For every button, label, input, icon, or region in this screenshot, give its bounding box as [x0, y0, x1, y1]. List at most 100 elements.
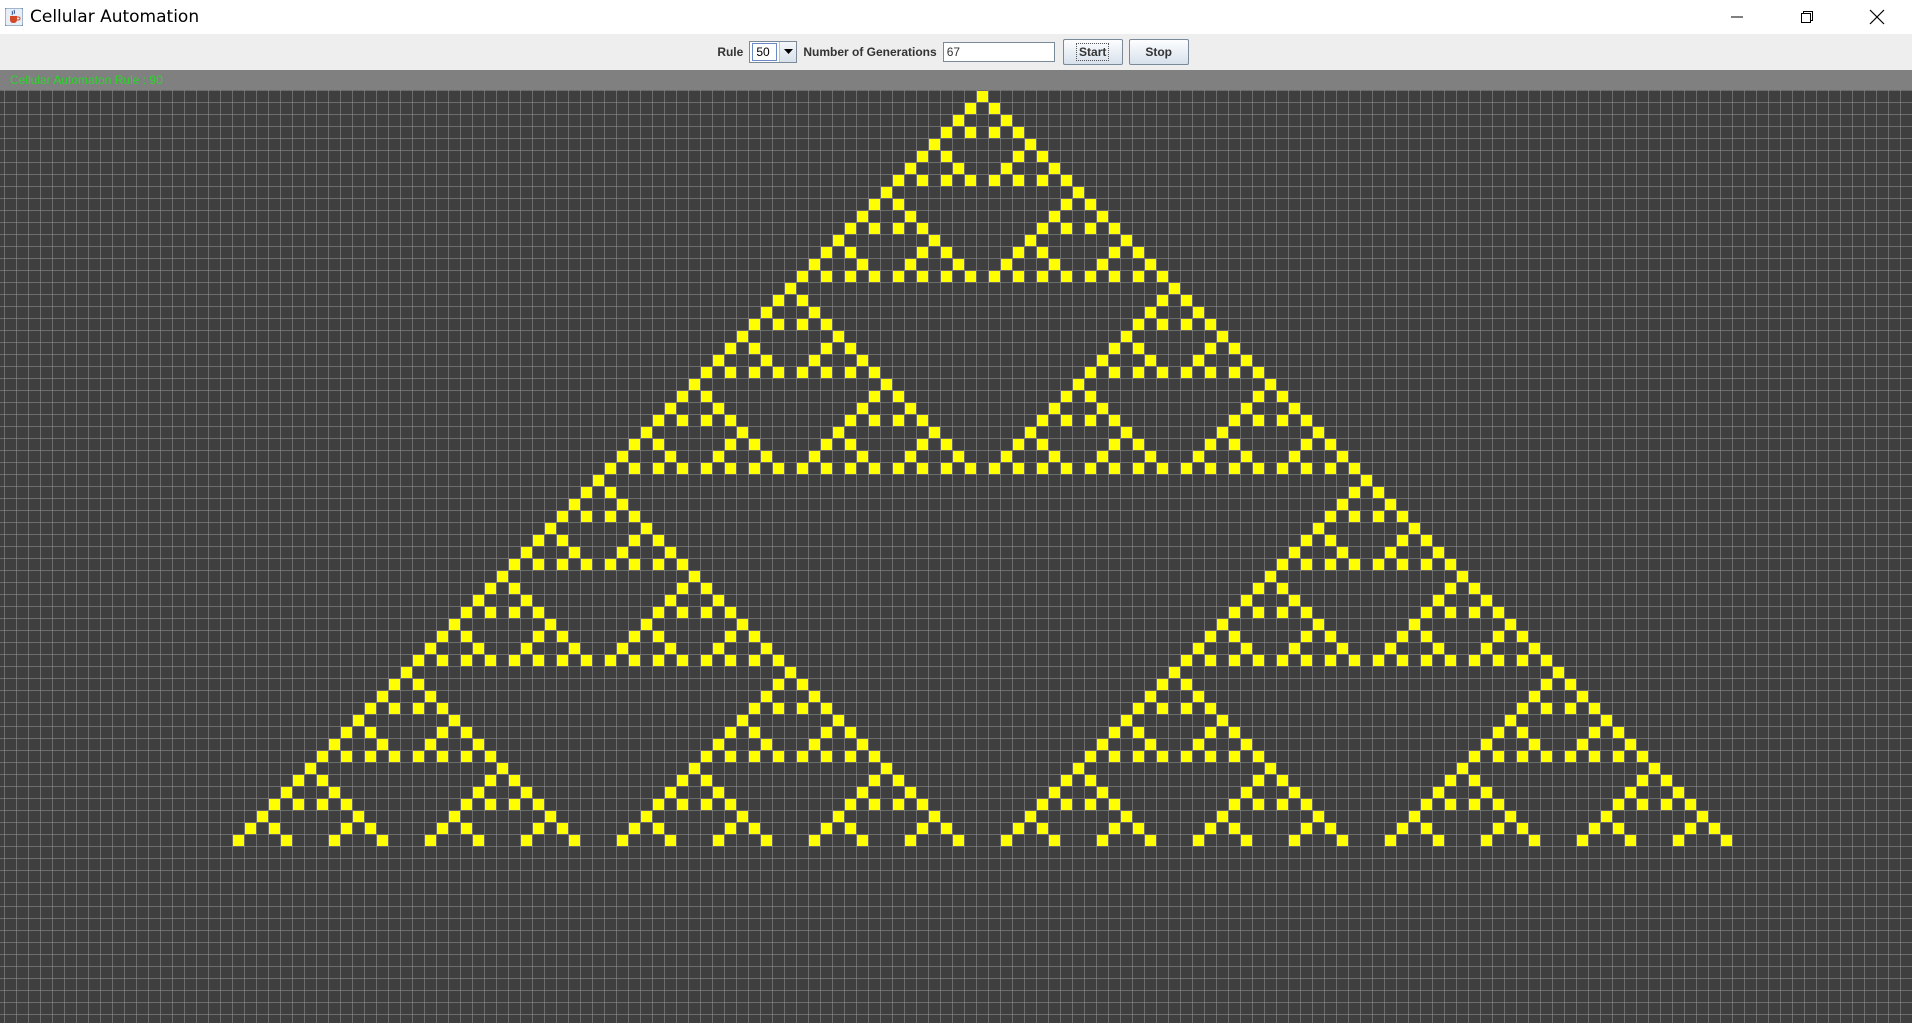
alive-cell — [245, 823, 256, 834]
alive-cell — [461, 607, 472, 618]
alive-cell — [821, 751, 832, 762]
alive-cell — [1301, 799, 1312, 810]
alive-cell — [653, 535, 664, 546]
alive-cell — [485, 655, 496, 666]
alive-cell — [857, 355, 868, 366]
alive-cell — [821, 823, 832, 834]
alive-cell — [509, 799, 520, 810]
alive-cell — [1301, 415, 1312, 426]
alive-cell — [485, 607, 496, 618]
minimize-icon — [1731, 16, 1743, 18]
alive-cell — [941, 151, 952, 162]
alive-cell — [1493, 799, 1504, 810]
alive-cell — [749, 631, 760, 642]
alive-cell — [1313, 619, 1324, 630]
alive-cell — [701, 463, 712, 474]
alive-cell — [1001, 115, 1012, 126]
alive-cell — [857, 451, 868, 462]
java-cup-icon — [4, 7, 24, 27]
alive-cell — [1313, 427, 1324, 438]
alive-cell — [1313, 523, 1324, 534]
alive-cell — [485, 799, 496, 810]
alive-cell — [1241, 643, 1252, 654]
alive-cell — [1397, 511, 1408, 522]
alive-cell — [857, 739, 868, 750]
alive-cell — [965, 175, 976, 186]
alive-cell — [1529, 739, 1540, 750]
alive-cell — [1445, 607, 1456, 618]
alive-cell — [845, 367, 856, 378]
chevron-down-icon[interactable] — [779, 42, 797, 62]
alive-cell — [905, 403, 916, 414]
generations-input[interactable] — [942, 42, 1055, 62]
alive-cell — [1577, 835, 1588, 846]
alive-cell — [1061, 799, 1072, 810]
restore-icon — [1801, 11, 1813, 23]
alive-cell — [725, 439, 736, 450]
alive-cell — [1337, 835, 1348, 846]
alive-cell — [653, 463, 664, 474]
alive-cell — [1133, 367, 1144, 378]
alive-cell — [1301, 559, 1312, 570]
close-button[interactable] — [1842, 0, 1912, 34]
alive-cell — [1229, 631, 1240, 642]
alive-cell — [917, 247, 928, 258]
alive-cell — [677, 391, 688, 402]
alive-cell — [1385, 499, 1396, 510]
alive-cell — [605, 655, 616, 666]
restore-button[interactable] — [1772, 0, 1842, 34]
alive-cell — [1085, 775, 1096, 786]
alive-cell — [1061, 775, 1072, 786]
stop-button[interactable]: Stop — [1128, 39, 1189, 65]
alive-cell — [617, 451, 628, 462]
alive-cell — [1205, 655, 1216, 666]
alive-cell — [677, 463, 688, 474]
alive-cell — [1361, 475, 1372, 486]
alive-cell — [653, 559, 664, 570]
alive-cell — [821, 703, 832, 714]
alive-cell — [257, 811, 268, 822]
alive-cell — [1397, 631, 1408, 642]
alive-cell — [821, 247, 832, 258]
alive-cell — [317, 775, 328, 786]
alive-cell — [293, 775, 304, 786]
alive-cell — [1421, 535, 1432, 546]
alive-cell — [1061, 271, 1072, 282]
alive-cell — [1157, 295, 1168, 306]
minimize-button[interactable] — [1702, 0, 1772, 34]
alive-cell — [1421, 823, 1432, 834]
alive-cell — [533, 799, 544, 810]
rule-select[interactable]: 50 — [749, 41, 798, 63]
alive-cell — [809, 739, 820, 750]
start-button[interactable]: Start — [1062, 39, 1123, 65]
alive-cell — [1325, 559, 1336, 570]
alive-cell — [1085, 367, 1096, 378]
alive-cell — [1445, 559, 1456, 570]
alive-cell — [1109, 439, 1120, 450]
alive-cell — [1469, 799, 1480, 810]
alive-cell — [1109, 271, 1120, 282]
alive-cell — [1037, 463, 1048, 474]
alive-cell — [1109, 367, 1120, 378]
alive-cell — [605, 559, 616, 570]
alive-cell — [1049, 835, 1060, 846]
alive-cell — [725, 367, 736, 378]
alive-cell — [869, 367, 880, 378]
alive-cell — [509, 775, 520, 786]
alive-cell — [833, 427, 844, 438]
alive-cell — [1493, 655, 1504, 666]
alive-cell — [1229, 751, 1240, 762]
alive-cell — [737, 811, 748, 822]
automaton-canvas — [0, 90, 1912, 1023]
alive-cell — [1481, 643, 1492, 654]
alive-cell — [737, 619, 748, 630]
alive-cell — [941, 175, 952, 186]
alive-cell — [725, 415, 736, 426]
alive-cell — [1517, 727, 1528, 738]
alive-cell — [797, 751, 808, 762]
close-icon — [1869, 9, 1885, 25]
alive-cell — [1721, 835, 1732, 846]
alive-cell — [689, 379, 700, 390]
alive-cell — [965, 463, 976, 474]
alive-cell — [953, 451, 964, 462]
